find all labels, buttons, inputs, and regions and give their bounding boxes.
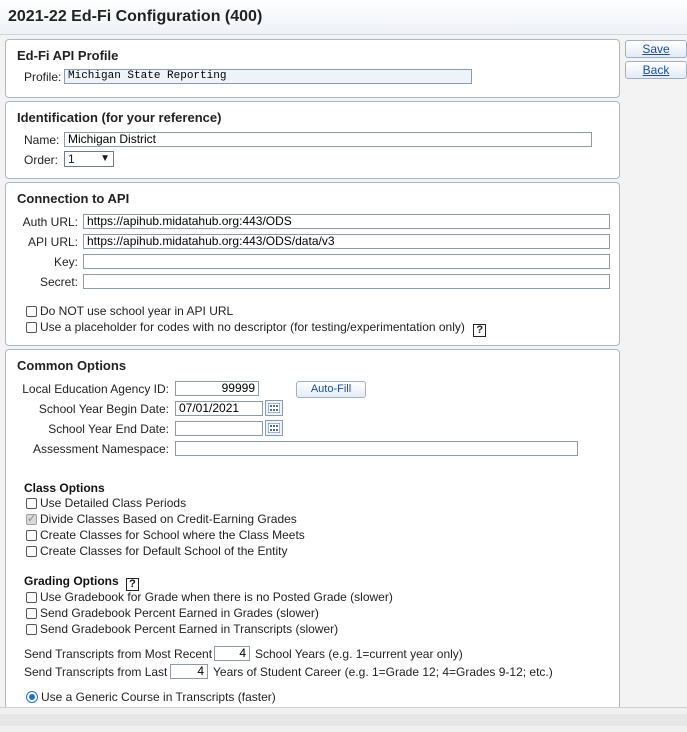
class-option-label: Create Classes for Default School of the… xyxy=(40,544,288,558)
connection-heading: Connection to API xyxy=(17,191,130,206)
recent-years-input[interactable]: 4 xyxy=(214,646,250,661)
connection-panel: Connection to API Auth URL: https://apih… xyxy=(5,182,620,346)
placeholder-option[interactable]: Use a placeholder for codes with no desc… xyxy=(26,320,487,337)
profile-field[interactable]: Michigan State Reporting xyxy=(64,69,472,84)
profile-label: Profile: xyxy=(24,70,62,84)
generic-course-label: Use a Generic Course in Transcripts (fas… xyxy=(41,690,276,704)
back-button-label: Back xyxy=(642,63,670,77)
last-years-input[interactable]: 4 xyxy=(170,664,208,679)
recent-transcripts-prefix: Send Transcripts from Most Recent xyxy=(24,647,213,661)
class-options-heading: Class Options xyxy=(24,481,105,495)
grading-option-checkbox[interactable] xyxy=(26,608,37,619)
order-label: Order: xyxy=(24,153,59,167)
generic-course-option[interactable]: Use a Generic Course in Transcripts (fas… xyxy=(26,690,276,705)
assessment-namespace-input[interactable] xyxy=(175,441,578,456)
api-url-input[interactable]: https://apihub.midatahub.org:443/ODS/dat… xyxy=(83,234,610,249)
save-button[interactable]: Save xyxy=(625,40,687,58)
order-select[interactable]: 1 ▼ xyxy=(64,151,114,167)
grading-options-heading-row: Grading Options ? xyxy=(24,574,140,591)
grading-options-heading: Grading Options xyxy=(24,574,119,588)
grading-option-checkbox[interactable] xyxy=(26,624,37,635)
class-option-label: Divide Classes Based on Credit-Earning G… xyxy=(40,512,297,526)
grading-option[interactable]: Send Gradebook Percent Earned in Grades … xyxy=(26,606,319,621)
class-option-checkbox[interactable] xyxy=(26,530,37,541)
placeholder-checkbox[interactable] xyxy=(26,322,37,333)
back-button[interactable]: Back xyxy=(625,61,687,79)
help-icon[interactable]: ? xyxy=(473,324,487,337)
no-school-year-option[interactable]: Do NOT use school year in API URL xyxy=(26,304,233,319)
class-option[interactable]: Create Classes for School where the Clas… xyxy=(26,528,305,543)
save-button-label: Save xyxy=(642,42,670,56)
end-date-input[interactable] xyxy=(175,421,263,436)
last-transcripts-prefix: Send Transcripts from Last xyxy=(24,665,168,679)
assessment-namespace-label: Assessment Namespace: xyxy=(32,442,169,456)
grading-option[interactable]: Send Gradebook Percent Earned in Transcr… xyxy=(26,622,338,637)
class-option: Divide Classes Based on Credit-Earning G… xyxy=(26,512,297,527)
end-date-label: School Year End Date: xyxy=(48,422,169,436)
generic-course-radio[interactable] xyxy=(26,691,38,703)
begin-date-label: School Year Begin Date: xyxy=(38,402,169,416)
lea-id-input[interactable]: 99999 xyxy=(175,381,259,396)
key-input[interactable] xyxy=(83,254,610,269)
class-option-label: Create Classes for School where the Clas… xyxy=(40,528,305,542)
class-option[interactable]: Create Classes for Default School of the… xyxy=(26,544,287,559)
class-option-checkbox[interactable] xyxy=(26,498,37,509)
common-options-panel: Common Options Local Education Agency ID… xyxy=(5,349,620,719)
auto-fill-button[interactable]: Auto-Fill xyxy=(296,381,366,398)
api-profile-heading: Ed-Fi API Profile xyxy=(17,48,119,63)
common-options-heading: Common Options xyxy=(17,358,127,373)
key-label: Key: xyxy=(53,255,78,269)
identification-panel: Identification (for your reference) Name… xyxy=(5,101,620,179)
grading-option-label: Send Gradebook Percent Earned in Transcr… xyxy=(40,622,339,636)
lea-id-label: Local Education Agency ID: xyxy=(22,382,169,396)
identification-heading: Identification (for your reference) xyxy=(17,110,222,125)
begin-date-input[interactable]: 07/01/2021 xyxy=(175,401,263,416)
end-date-calendar-button[interactable] xyxy=(265,420,283,436)
auth-url-label: Auth URL: xyxy=(22,215,78,229)
class-option-checkbox xyxy=(26,512,37,525)
recent-transcripts-suffix: School Years (e.g. 1=current year only) xyxy=(255,647,463,661)
grading-option[interactable]: Use Gradebook for Grade when there is no… xyxy=(26,590,393,605)
api-profile-panel: Ed-Fi API Profile Profile: Michigan Stat… xyxy=(5,39,620,98)
grading-option-label: Send Gradebook Percent Earned in Grades … xyxy=(40,606,319,620)
name-label: Name: xyxy=(24,133,60,147)
no-school-year-checkbox[interactable] xyxy=(26,306,37,317)
last-transcripts-suffix: Years of Student Career (e.g. 1=Grade 12… xyxy=(213,665,553,679)
grading-option-checkbox[interactable] xyxy=(26,592,37,603)
class-option-checkbox[interactable] xyxy=(26,546,37,557)
auth-url-input[interactable]: https://apihub.midatahub.org:443/ODS xyxy=(83,214,610,229)
horizontal-scrollbar[interactable] xyxy=(0,707,687,732)
title-bar: 2021-22 Ed-Fi Configuration (400) xyxy=(0,0,687,35)
scrollbar-track[interactable] xyxy=(0,714,687,726)
api-url-label: API URL: xyxy=(27,235,78,249)
page-title: 2021-22 Ed-Fi Configuration (400) xyxy=(8,8,263,25)
secret-input[interactable] xyxy=(83,274,610,289)
name-input[interactable]: Michigan District xyxy=(64,132,592,147)
calendar-icon xyxy=(268,403,280,413)
no-school-year-label: Do NOT use school year in API URL xyxy=(40,304,234,318)
secret-label: Secret: xyxy=(39,275,78,289)
grading-option-label: Use Gradebook for Grade when there is no… xyxy=(40,590,393,604)
chevron-down-icon: ▼ xyxy=(100,153,110,164)
class-option[interactable]: Use Detailed Class Periods xyxy=(26,496,186,511)
class-option-label: Use Detailed Class Periods xyxy=(40,496,187,510)
placeholder-label: Use a placeholder for codes with no desc… xyxy=(40,320,465,334)
begin-date-calendar-button[interactable] xyxy=(265,400,283,416)
order-select-value: 1 xyxy=(68,152,75,166)
calendar-icon xyxy=(268,423,280,433)
